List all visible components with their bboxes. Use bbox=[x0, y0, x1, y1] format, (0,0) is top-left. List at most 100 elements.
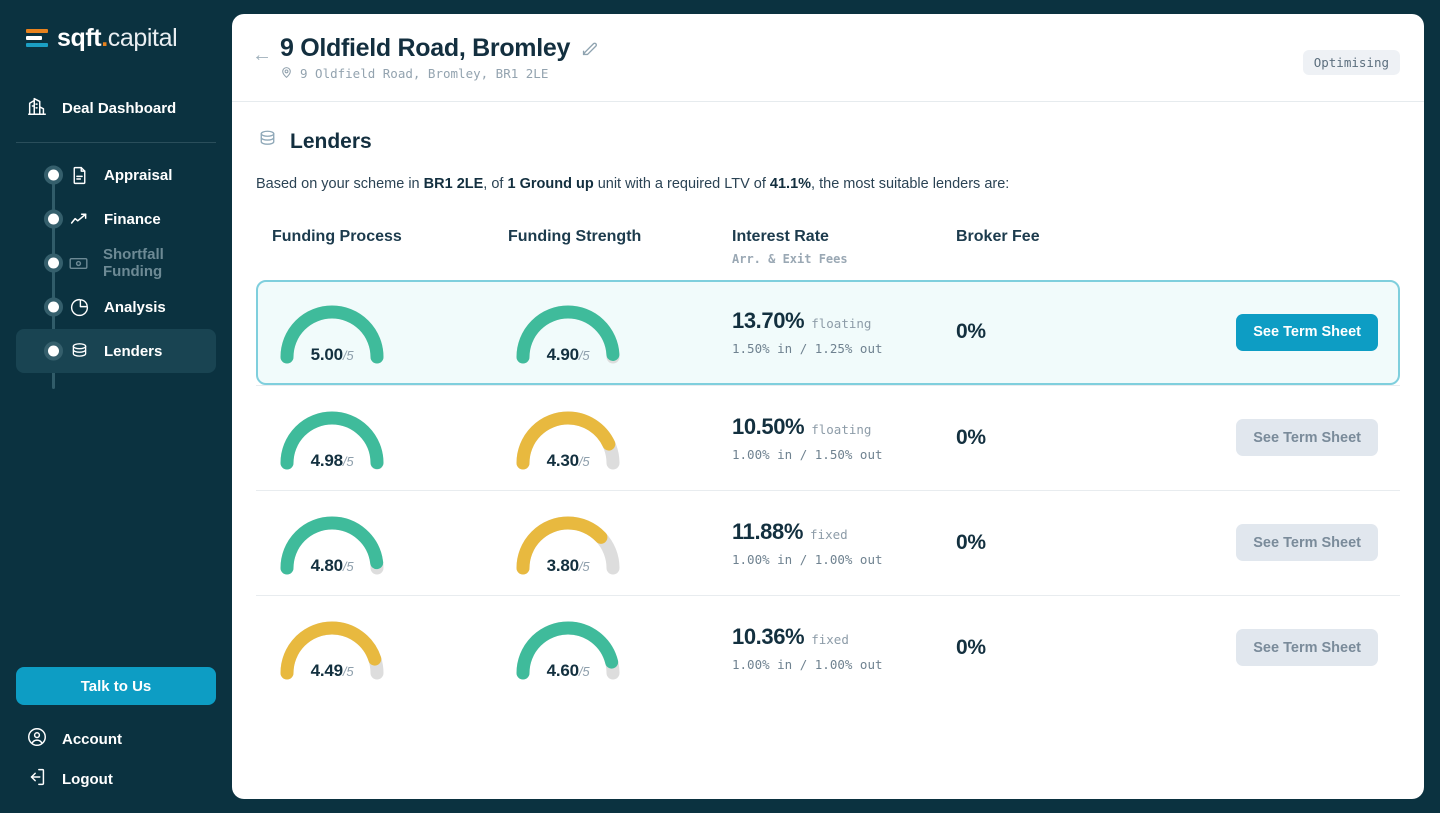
lenders-table: Funding Process Funding Strength Interes… bbox=[256, 228, 1400, 700]
col-header-funding-strength: Funding Strength bbox=[508, 228, 642, 245]
cell-action: See Term Sheet bbox=[1130, 594, 1400, 700]
cell-interest-rate: 11.88% fixed 1.00% in / 1.00% out bbox=[716, 489, 940, 595]
desc-part-2: , of bbox=[483, 176, 508, 192]
cell-funding-strength: 4.60/5 bbox=[492, 594, 716, 700]
cell-funding-process: 4.49/5 bbox=[256, 594, 492, 700]
cell-action: See Term Sheet bbox=[1130, 489, 1400, 595]
desc-unit: 1 Ground up bbox=[507, 176, 594, 192]
cell-funding-strength: 4.30/5 bbox=[492, 384, 716, 490]
sidebar-item-lenders[interactable]: Lenders bbox=[16, 329, 216, 373]
sidebar-item-logout[interactable]: Logout bbox=[16, 759, 216, 799]
step-dot bbox=[44, 165, 63, 185]
gauge-value: 3.80/5 bbox=[546, 555, 590, 575]
pencil-edit-icon[interactable] bbox=[580, 39, 599, 58]
cell-interest-rate: 10.36% fixed 1.00% in / 1.00% out bbox=[716, 594, 940, 700]
gauge-denominator: /5 bbox=[578, 663, 590, 679]
sidebar-item-label: Shortfall Funding bbox=[103, 246, 164, 280]
sidebar-item-finance[interactable]: Finance bbox=[16, 197, 216, 241]
cell-interest-rate: 13.70% floating 1.50% in / 1.25% out bbox=[716, 280, 940, 385]
cell-action: See Term Sheet bbox=[1130, 280, 1400, 385]
app-root: sqft.capital Deal Dashboard Appraisal Fi… bbox=[0, 0, 1440, 813]
broker-fee-value: 0% bbox=[956, 530, 986, 554]
user-circle-icon bbox=[26, 726, 48, 752]
lenders-table-wrap: Funding Process Funding Strength Interes… bbox=[256, 228, 1400, 700]
map-pin-icon bbox=[280, 66, 293, 82]
gauge: 4.49/5 bbox=[272, 611, 392, 685]
sidebar-item-shortfall-funding[interactable]: Shortfall Funding bbox=[16, 241, 216, 285]
sidebar-item-deal-dashboard[interactable]: Deal Dashboard bbox=[16, 88, 216, 128]
see-term-sheet-button[interactable]: See Term Sheet bbox=[1236, 629, 1378, 667]
table-body: 5.00/5 4.90/5 13.70% floating 1.50% in /… bbox=[256, 280, 1400, 700]
gauge-value: 4.90/5 bbox=[546, 345, 590, 365]
cell-funding-strength: 3.80/5 bbox=[492, 489, 716, 595]
gauge-value: 4.60/5 bbox=[546, 660, 590, 680]
table-head: Funding Process Funding Strength Interes… bbox=[256, 228, 1400, 280]
table-row[interactable]: 4.98/5 4.30/5 10.50% floating 1.00% in /… bbox=[256, 384, 1400, 490]
cell-broker-fee: 0% bbox=[940, 594, 1130, 700]
cell-broker-fee: 0% bbox=[940, 489, 1130, 595]
sidebar-bottom: Talk to Us Account Logout bbox=[16, 667, 216, 813]
arrangement-exit-fees: 1.50% in / 1.25% out bbox=[732, 341, 883, 357]
page-title: 9 Oldfield Road, Bromley bbox=[280, 33, 571, 62]
see-term-sheet-button[interactable]: See Term Sheet bbox=[1236, 524, 1378, 561]
gauge: 4.30/5 bbox=[508, 401, 628, 475]
sidebar-item-label: Logout bbox=[62, 770, 113, 788]
banknote-icon bbox=[68, 252, 89, 274]
sidebar-steps: Appraisal Finance Shortfall Funding Anal… bbox=[16, 153, 216, 389]
coins-stack-icon bbox=[68, 340, 90, 362]
gauge-value: 4.98/5 bbox=[310, 450, 354, 470]
brand-logo[interactable]: sqft.capital bbox=[16, 0, 216, 76]
arrow-left-icon[interactable]: ← bbox=[252, 45, 280, 65]
col-header-action bbox=[1130, 228, 1400, 280]
sidebar-item-analysis[interactable]: Analysis bbox=[16, 285, 216, 329]
desc-ltv: 41.1% bbox=[769, 176, 812, 192]
col-header-interest-rate: Interest Rate Arr. & Exit Fees bbox=[716, 228, 940, 280]
step-dot bbox=[44, 297, 63, 317]
gauge-denominator: /5 bbox=[342, 453, 354, 469]
see-term-sheet-button[interactable]: See Term Sheet bbox=[1236, 313, 1378, 351]
gauge: 4.98/5 bbox=[272, 401, 392, 475]
page-header: ← 9 Oldfield Road, Bromley 9 Oldfield Ro… bbox=[232, 14, 1424, 102]
deal-address: 9 Oldfield Road, Bromley, BR1 2LE bbox=[280, 66, 599, 82]
main-panel: ← 9 Oldfield Road, Bromley 9 Oldfield Ro… bbox=[232, 14, 1424, 799]
table-row[interactable]: 5.00/5 4.90/5 13.70% floating 1.50% in /… bbox=[256, 280, 1400, 385]
desc-part-1: Based on your scheme in bbox=[256, 176, 424, 192]
desc-postcode: BR1 2LE bbox=[423, 176, 484, 192]
interest-rate-type: floating bbox=[811, 421, 872, 437]
cell-interest-rate: 10.50% floating 1.00% in / 1.50% out bbox=[716, 384, 940, 490]
gauge-denominator: /5 bbox=[342, 663, 354, 679]
table-row[interactable]: 4.49/5 4.60/5 10.36% fixed 1.00% in / 1.… bbox=[256, 594, 1400, 700]
gauge-value: 4.30/5 bbox=[546, 450, 590, 470]
page-content: Lenders Based on your scheme in BR1 2LE,… bbox=[232, 102, 1424, 799]
broker-fee-value: 0% bbox=[956, 635, 986, 659]
col-header-funding-process: Funding Process bbox=[272, 228, 402, 245]
talk-to-us-button[interactable]: Talk to Us bbox=[16, 667, 216, 705]
sidebar-nav-top: Deal Dashboard bbox=[16, 76, 216, 153]
section-header: Lenders bbox=[256, 128, 1400, 156]
gauge-denominator: /5 bbox=[342, 558, 354, 574]
gauge-denominator: /5 bbox=[342, 348, 354, 364]
table-row[interactable]: 4.80/5 3.80/5 11.88% fixed 1.00% in / 1.… bbox=[256, 489, 1400, 595]
sidebar: sqft.capital Deal Dashboard Appraisal Fi… bbox=[0, 0, 232, 813]
gauge: 3.80/5 bbox=[508, 506, 628, 580]
sidebar-item-account[interactable]: Account bbox=[16, 719, 216, 759]
cell-funding-process: 4.98/5 bbox=[256, 384, 492, 490]
sidebar-item-appraisal[interactable]: Appraisal bbox=[16, 153, 216, 197]
gauge-value: 4.80/5 bbox=[310, 555, 354, 575]
interest-rate-value: 10.36% bbox=[732, 623, 805, 649]
table-header-row: Funding Process Funding Strength Interes… bbox=[256, 228, 1400, 280]
gauge-value: 4.49/5 bbox=[310, 660, 354, 680]
sidebar-item-label: Appraisal bbox=[104, 166, 173, 184]
sidebar-item-label: Lenders bbox=[104, 342, 163, 360]
see-term-sheet-button[interactable]: See Term Sheet bbox=[1236, 419, 1378, 456]
cell-action: See Term Sheet bbox=[1130, 384, 1400, 490]
gauge: 4.80/5 bbox=[272, 506, 392, 580]
gauge: 4.90/5 bbox=[508, 295, 628, 369]
cell-funding-strength: 4.90/5 bbox=[492, 280, 716, 385]
section-description: Based on your scheme in BR1 2LE, of 1 Gr… bbox=[256, 176, 1400, 192]
interest-rate-value: 10.50% bbox=[732, 413, 805, 439]
cell-funding-process: 4.80/5 bbox=[256, 489, 492, 595]
broker-fee-value: 0% bbox=[956, 320, 986, 344]
pie-chart-icon bbox=[68, 296, 90, 318]
cell-broker-fee: 0% bbox=[940, 280, 1130, 385]
